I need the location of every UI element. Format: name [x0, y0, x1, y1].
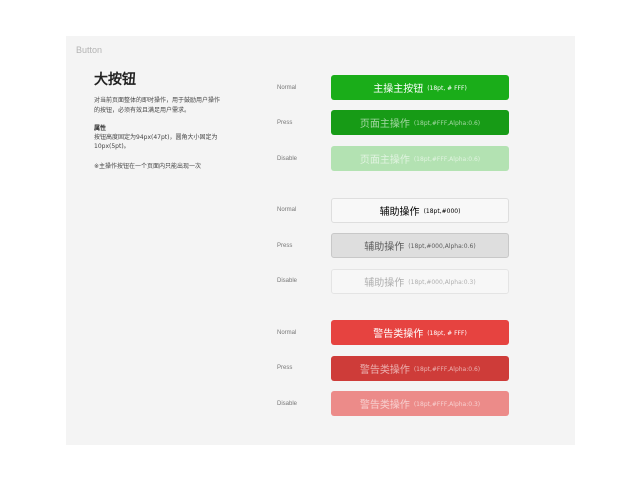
button-label: 辅助操作	[364, 278, 405, 289]
button-label: 页面主操作	[359, 155, 410, 166]
button-spec: (18pt,#FFF,Alpha:0.6)	[413, 120, 481, 127]
warning-button-normal[interactable]: 警告类操作 (18pt, # FFF)	[331, 320, 509, 345]
state-label-press: Press	[277, 365, 293, 371]
button-label: 警告类操作	[359, 400, 410, 411]
button-label: 辅助操作	[379, 207, 420, 218]
button-label: 警告类操作	[359, 365, 410, 376]
state-label-normal: Normal	[277, 207, 297, 213]
secondary-button-disabled[interactable]: 辅助操作 (18pt,#000,Alpha:0.3)	[331, 269, 509, 294]
button-spec: (18pt,#FFF,Alpha:0.6)	[413, 156, 481, 163]
section-label: Button	[76, 45, 103, 55]
button-spec: (18pt,#000,Alpha:0.3)	[408, 279, 476, 286]
description-line-1: 对当前页面整体的即时操作，用于鼓励用户操作	[94, 97, 221, 104]
state-label-disable: Disable	[277, 278, 298, 284]
button-label: 辅助操作	[364, 242, 405, 253]
button-spec: (18pt, # FFF)	[427, 330, 467, 337]
button-label: 页面主操作	[359, 119, 410, 130]
state-label-normal: Normal	[277, 330, 297, 336]
button-spec: (18pt,#000,Alpha:0.6)	[408, 243, 476, 250]
primary-button-normal[interactable]: 主操主按钮 (18pt, # FFF)	[331, 75, 509, 100]
button-spec: (18pt,#FFF,Alpha:0.3)	[413, 401, 481, 408]
state-label-press: Press	[277, 120, 293, 126]
secondary-button-press[interactable]: 辅助操作 (18pt,#000,Alpha:0.6)	[331, 233, 509, 258]
button-spec: (18pt,#FFF,Alpha:0.6)	[413, 366, 481, 373]
button-spec: (18pt, # FFF)	[427, 85, 467, 92]
button-spec: (18pt,#000)	[423, 208, 461, 215]
description-line-2: 的按钮，必须有效且满足用户需求。	[94, 107, 191, 114]
primary-button-press[interactable]: 页面主操作 (18pt,#FFF,Alpha:0.6)	[331, 110, 509, 135]
state-label-disable: Disable	[277, 401, 298, 407]
state-label-disable: Disable	[277, 156, 298, 162]
warning-button-disabled[interactable]: 警告类操作 (18pt,#FFF,Alpha:0.3)	[331, 391, 509, 416]
state-label-normal: Normal	[277, 85, 297, 91]
page-title: 大按钮	[94, 72, 136, 88]
attributes-line-2: 10px(5pt)。	[94, 143, 130, 150]
secondary-button-normal[interactable]: 辅助操作 (18pt,#000)	[331, 198, 509, 223]
usage-note: ※主操作按钮在一个页面内只能出现一次	[94, 163, 202, 170]
warning-button-press[interactable]: 警告类操作 (18pt,#FFF,Alpha:0.6)	[331, 356, 509, 381]
button-label: 主操主按钮	[373, 84, 424, 95]
primary-button-disabled[interactable]: 页面主操作 (18pt,#FFF,Alpha:0.6)	[331, 146, 509, 171]
state-label-press: Press	[277, 243, 293, 249]
button-label: 警告类操作	[373, 329, 424, 340]
